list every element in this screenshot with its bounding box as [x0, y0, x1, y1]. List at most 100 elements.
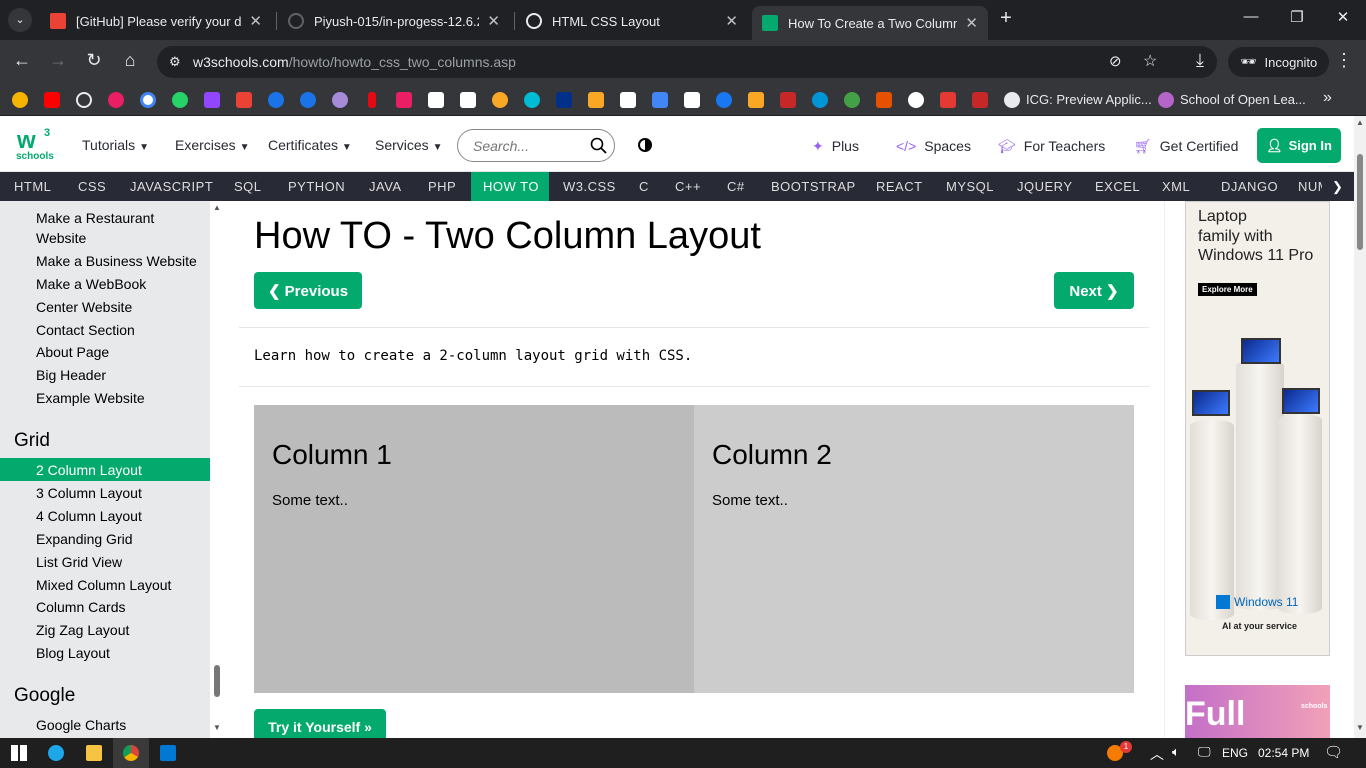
hp-icon[interactable] — [812, 92, 828, 108]
bookmark-icon[interactable] — [844, 92, 860, 108]
download-icon[interactable]: ⤓ — [1188, 50, 1212, 71]
bookmark-icon[interactable] — [876, 92, 892, 108]
scrollbar-thumb[interactable] — [1357, 154, 1363, 250]
scrollbar-thumb[interactable] — [214, 665, 220, 697]
nav-c[interactable]: C — [627, 172, 661, 201]
site-info-icon[interactable]: ⚙ — [169, 54, 181, 70]
olx-icon[interactable] — [620, 92, 636, 108]
incognito-badge[interactable]: 🕶 Incognito — [1228, 47, 1330, 77]
nav-how-to[interactable]: HOW TO — [471, 172, 549, 201]
sidebar-item-blog-layout[interactable]: Blog Layout — [36, 645, 110, 661]
bookmark-icon[interactable] — [1158, 92, 1174, 108]
bookmark-icon[interactable] — [300, 92, 316, 108]
close-window-icon[interactable]: ✕ — [1331, 8, 1355, 26]
browser-tab-gmail[interactable]: [GitHub] Please verify your dev ✕ — [40, 6, 272, 36]
minimize-icon[interactable]: — — [1239, 8, 1263, 25]
dark-mode-toggle-icon[interactable] — [638, 138, 652, 152]
browser-tab-chatgpt[interactable]: HTML CSS Layout ✕ — [516, 6, 748, 36]
bookmark-icon[interactable] — [108, 92, 124, 108]
bookmark-school-of-open-learning[interactable]: School of Open Lea... — [1180, 92, 1306, 107]
sidebar-item-mixed-column-layout[interactable]: Mixed Column Layout — [36, 577, 171, 593]
try-it-yourself-button[interactable]: Try it Yourself » — [254, 709, 386, 738]
nav-scroll-right-icon[interactable]: ❯ — [1322, 172, 1354, 201]
google-icon[interactable] — [140, 92, 156, 108]
reload-icon[interactable]: ↻ — [82, 50, 106, 71]
sidebar-item-restaurant-cont[interactable]: Website — [36, 230, 86, 246]
language-indicator[interactable]: ENG — [1222, 746, 1248, 760]
close-tab-icon[interactable]: ✕ — [725, 12, 738, 30]
windows-start-icon[interactable] — [11, 745, 27, 761]
eye-off-icon[interactable]: ⊘ — [1109, 52, 1122, 70]
sidebar-item-list-grid-view[interactable]: List Grid View — [36, 554, 122, 570]
sidebar-item-business-website[interactable]: Make a Business Website — [36, 253, 197, 269]
bookmark-icon[interactable] — [1004, 92, 1020, 108]
clock[interactable]: 02:54 PM — [1258, 746, 1309, 760]
nav-w3css[interactable]: W3.CSS — [551, 172, 628, 201]
forward-icon[interactable]: → — [46, 50, 70, 71]
bookmark-icon[interactable] — [396, 92, 412, 108]
browser-tab-github[interactable]: Piyush-015/in-progess-12.6.25 ✕ — [278, 6, 510, 36]
paypal-icon[interactable] — [556, 92, 572, 108]
nav-mysql[interactable]: MYSQL — [934, 172, 1006, 201]
home-icon[interactable]: ⌂ — [118, 50, 142, 71]
bookmark-icon[interactable] — [428, 92, 444, 108]
nav-sql[interactable]: SQL — [222, 172, 274, 201]
scroll-down-icon[interactable]: ▼ — [1356, 723, 1364, 732]
bookmark-icon[interactable] — [972, 92, 988, 108]
scroll-up-icon[interactable]: ▲ — [213, 203, 221, 212]
close-tab-icon[interactable]: ✕ — [249, 12, 262, 30]
page-scrollbar[interactable]: ▲ ▼ — [1354, 116, 1366, 738]
back-icon[interactable]: ← — [10, 50, 34, 71]
previous-button[interactable]: ❮ Previous — [254, 272, 362, 309]
ad-explore-button[interactable]: Explore More — [1198, 283, 1257, 296]
tab-search-button[interactable]: ⌄ — [8, 8, 32, 32]
sidebar-item-about-page[interactable]: About Page — [36, 344, 109, 360]
bookmark-icon[interactable] — [332, 92, 348, 108]
menu-tutorials[interactable]: Tutorials ▼ — [82, 137, 149, 153]
edge-icon[interactable] — [48, 745, 64, 761]
nav-python[interactable]: PYTHON — [276, 172, 357, 201]
nav-django[interactable]: DJANGO — [1209, 172, 1290, 201]
sidebar-item-center-website[interactable]: Center Website — [36, 299, 132, 315]
advertisement-w3schools[interactable]: Full schools — [1185, 685, 1330, 738]
bookmark-icon[interactable] — [748, 92, 764, 108]
nav-html[interactable]: HTML — [2, 172, 63, 201]
chrome-icon[interactable] — [123, 745, 139, 761]
menu-certificates[interactable]: Certificates ▼ — [268, 137, 352, 153]
nav-numpy[interactable]: NUM — [1286, 172, 1326, 201]
file-explorer-icon[interactable] — [86, 745, 102, 761]
menu-for-teachers[interactable]: 🎓︎ For Teachers — [998, 138, 1105, 155]
bookmark-icon[interactable] — [908, 92, 924, 108]
scroll-down-icon[interactable]: ▼ — [213, 723, 221, 732]
nav-css[interactable]: CSS — [66, 172, 118, 201]
new-tab-button[interactable]: + — [994, 7, 1018, 30]
sidebar-scrollbar[interactable]: ▲ ▼ — [210, 201, 224, 738]
address-bar[interactable]: ⚙ w3schools.com/howto/howto_css_two_colu… — [157, 46, 1217, 78]
w3schools-logo[interactable]: w 3 schools — [14, 124, 54, 164]
bookmark-icon[interactable] — [940, 92, 956, 108]
sidebar-item-google-charts[interactable]: Google Charts — [36, 717, 126, 733]
sidebar-item-4-column-layout[interactable]: 4 Column Layout — [36, 508, 142, 524]
scroll-up-icon[interactable]: ▲ — [1356, 118, 1364, 127]
advertisement-laptop[interactable]: Laptop family with Windows 11 Pro Explor… — [1185, 201, 1330, 656]
netflix-icon[interactable] — [368, 92, 376, 108]
notification-center-icon[interactable]: 🗨︎ — [1324, 743, 1343, 761]
nav-cpp[interactable]: C++ — [663, 172, 713, 201]
menu-get-certified[interactable]: 🛒︎ Get Certified — [1134, 138, 1238, 155]
youtube-icon[interactable] — [44, 92, 60, 108]
nav-excel[interactable]: EXCEL — [1083, 172, 1152, 201]
menu-icon[interactable]: ⋮ — [1332, 50, 1356, 71]
bookmark-icon[interactable] — [780, 92, 796, 108]
browser-tab-w3schools[interactable]: How To Create a Two Column L ✕ — [752, 6, 988, 40]
menu-spaces[interactable]: </> Spaces — [896, 138, 971, 154]
bookmark-icon[interactable] — [492, 92, 508, 108]
menu-plus[interactable]: ✦ Plus — [812, 138, 859, 155]
bookmark-icon[interactable] — [524, 92, 540, 108]
close-tab-icon[interactable]: ✕ — [965, 14, 978, 32]
sidebar-item-contact-section[interactable]: Contact Section — [36, 322, 135, 338]
vscode-icon[interactable] — [160, 745, 176, 761]
sign-in-button[interactable]: 👤︎ Sign In — [1257, 128, 1341, 163]
amazon-icon[interactable] — [460, 92, 476, 108]
nav-javascript[interactable]: JAVASCRIPT — [118, 172, 225, 201]
nav-xml[interactable]: XML — [1150, 172, 1202, 201]
